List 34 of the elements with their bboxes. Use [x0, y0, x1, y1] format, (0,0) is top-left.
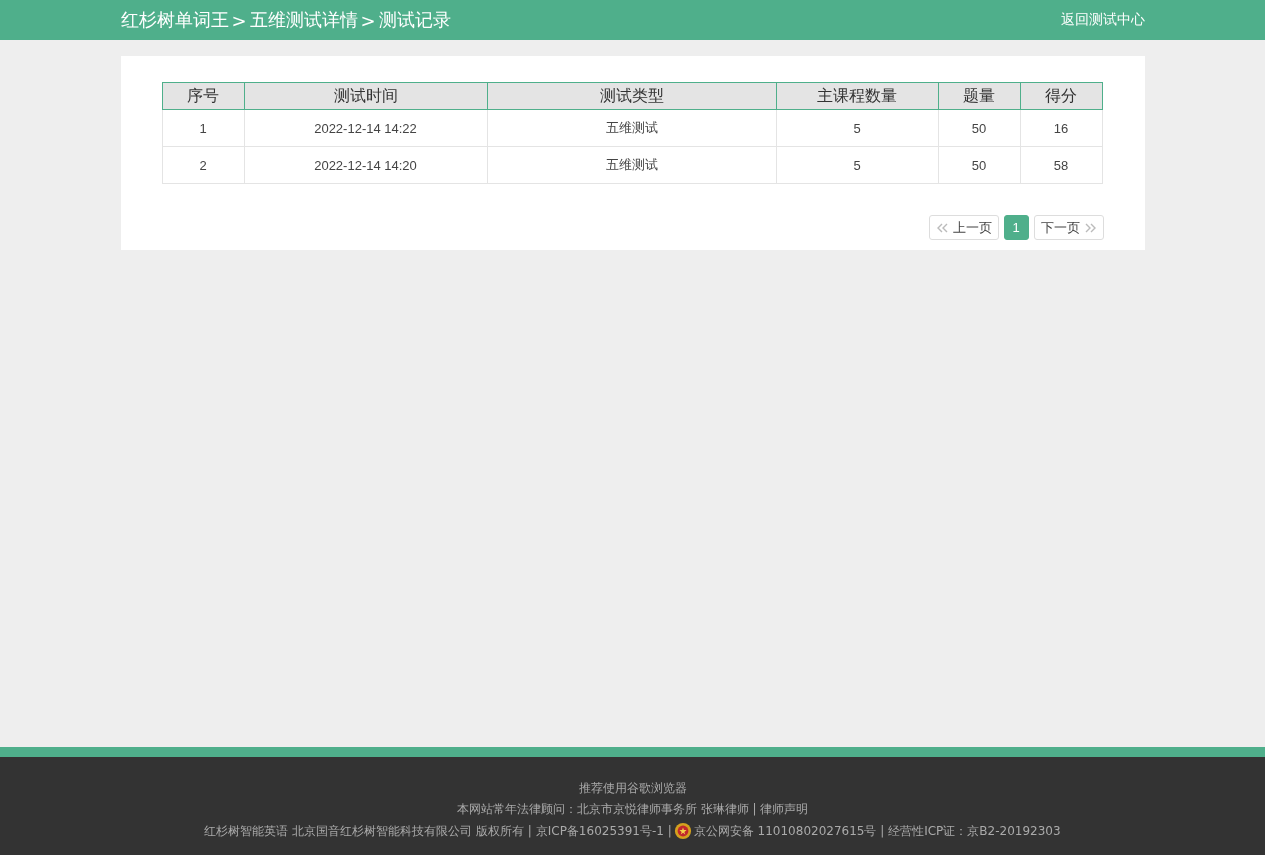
table-cell: 58 [1020, 146, 1102, 184]
double-chevron-right-icon [1084, 222, 1097, 233]
table-cell: 50 [938, 146, 1020, 184]
table-cell: 2022-12-14 14:22 [244, 109, 487, 147]
page-number-button[interactable]: 1 [1003, 215, 1029, 240]
copyright-text: 红杉树智能英语 北京国音红杉树智能科技有限公司 版权所有 | 京ICP备16025391号-1 | [204, 822, 672, 840]
column-header: 题量 [938, 82, 1020, 110]
breadcrumb-separator: > [231, 9, 247, 31]
legal-advisor-text: 本网站常年法律顾问：北京市京悦律师事务所 张琳律师 | 律师声明 [456, 801, 809, 818]
table-cell: 1 [162, 109, 244, 147]
table-cell: 50 [938, 109, 1020, 147]
next-page-button[interactable]: 下一页 [1033, 215, 1104, 240]
table-cell: 五维测试 [487, 146, 776, 184]
column-header: 序号 [162, 82, 244, 110]
table-cell: 2 [162, 146, 244, 184]
police-record-text: 京公网安备 11010802027615号 | 经营性ICP证：京B2-20192303 [693, 822, 1061, 840]
breadcrumb-link[interactable]: 红杉树单词王 [120, 8, 229, 32]
police-badge-icon [673, 822, 692, 840]
column-header: 测试类型 [487, 82, 776, 110]
table-cell: 5 [776, 109, 938, 147]
table-cell: 5 [776, 146, 938, 184]
breadcrumb-link[interactable]: 测试记录 [378, 8, 451, 32]
table-cell: 16 [1020, 109, 1102, 147]
column-header: 主课程数量 [776, 82, 938, 110]
browser-note: 推荐使用谷歌浏览器 [578, 780, 687, 797]
back-link[interactable]: 返回测试中心 [1060, 11, 1145, 29]
column-header: 得分 [1020, 82, 1102, 110]
breadcrumb-link[interactable]: 五维测试详情 [249, 8, 358, 32]
column-header: 测试时间 [244, 82, 487, 110]
breadcrumb-separator: > [360, 9, 376, 31]
double-chevron-left-icon [935, 222, 948, 233]
table-cell: 2022-12-14 14:20 [244, 146, 487, 184]
previous-page-button[interactable]: 上一页 [928, 215, 999, 240]
table-cell: 五维测试 [487, 109, 776, 147]
